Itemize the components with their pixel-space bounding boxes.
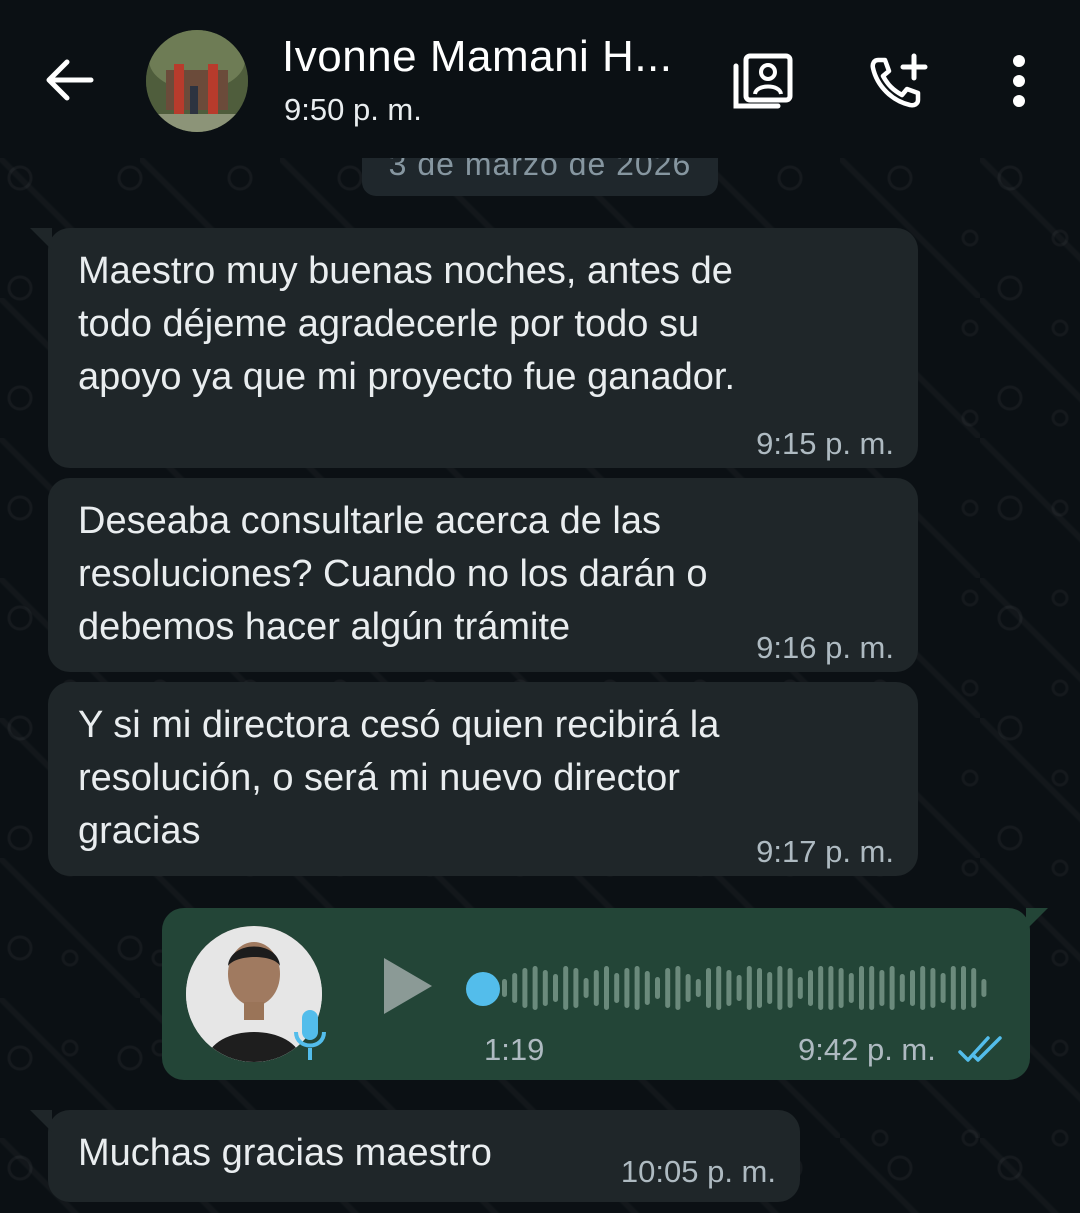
back-button[interactable]	[36, 44, 102, 116]
message-text: Maestro muy buenas noches, antes de todo…	[78, 250, 736, 398]
playback-seek-handle[interactable]	[466, 972, 500, 1006]
waveform-bar	[767, 972, 773, 1004]
contact-name[interactable]: Ivonne Mamani H...	[282, 32, 673, 82]
message-time: 9:15 p. m.	[756, 426, 894, 461]
waveform-bar	[502, 979, 507, 997]
waveform-bar	[757, 968, 762, 1008]
message-text: Muchas gracias maestro	[78, 1132, 492, 1174]
contact-card-button[interactable]	[728, 46, 798, 116]
voice-duration: 1:19	[484, 1032, 545, 1067]
waveform-bar	[961, 966, 966, 1010]
waveform-bar	[859, 966, 864, 1010]
waveform-bar	[522, 968, 528, 1008]
waveform-bar	[614, 973, 620, 1003]
add-call-icon	[870, 53, 928, 108]
read-receipt-icon	[958, 1036, 1002, 1062]
waveform-bar	[655, 977, 660, 999]
back-arrow-icon	[46, 59, 94, 101]
waveform-bar	[604, 966, 609, 1010]
microphone-icon	[294, 1010, 326, 1060]
waveform-bar	[685, 974, 691, 1002]
waveform-bar	[797, 977, 803, 999]
message-time: 10:05 p. m.	[620, 1154, 776, 1189]
contact-card-icon	[733, 53, 793, 109]
waveform-bar	[553, 974, 558, 1002]
waveform-bar	[665, 968, 671, 1008]
waveform-bar	[787, 968, 793, 1008]
message-bubble-incoming[interactable]: Y si mi directora cesó quien recibirá la…	[48, 682, 918, 876]
waveform-bar	[532, 966, 538, 1010]
waveform-bar	[644, 971, 650, 1005]
message-bubble-incoming[interactable]: Muchas gracias maestro 10:05 p. m.	[30, 1110, 800, 1202]
waveform-bar	[746, 966, 752, 1010]
waveform-bar	[920, 966, 926, 1010]
message-time: 9:16 p. m.	[756, 630, 894, 665]
waveform-bar	[675, 966, 681, 1010]
waveform-bar	[838, 968, 844, 1008]
last-seen-status: 9:50 p. m.	[284, 92, 422, 127]
waveform-bar	[950, 966, 956, 1010]
audio-waveform[interactable]	[498, 956, 998, 1020]
more-options-button[interactable]	[984, 46, 1054, 116]
waveform-bar	[706, 968, 711, 1008]
waveform-bar	[899, 974, 905, 1002]
waveform-bar	[542, 970, 548, 1006]
waveform-bar	[971, 968, 977, 1008]
waveform-bar	[879, 970, 885, 1006]
waveform-bar	[828, 966, 834, 1010]
chat-header: Ivonne Mamani H... 9:50 p. m.	[0, 0, 1080, 158]
waveform-bar	[726, 970, 732, 1006]
message-text: Y si mi directora cesó quien recibirá la…	[78, 704, 720, 852]
waveform-bar	[634, 966, 640, 1010]
more-vert-icon	[1013, 55, 1025, 107]
add-call-button[interactable]	[864, 46, 934, 116]
play-icon[interactable]	[380, 954, 436, 1018]
waveform-bar	[910, 970, 915, 1006]
waveform-bar	[940, 973, 946, 1003]
message-bubble-incoming[interactable]: Maestro muy buenas noches, antes de todo…	[30, 228, 918, 468]
waveform-bar	[981, 979, 987, 997]
waveform-bar	[736, 975, 742, 1001]
waveform-bar	[889, 966, 895, 1010]
waveform-bar	[563, 966, 569, 1010]
waveform-bar	[593, 970, 599, 1006]
message-time: 9:42 p. m.	[798, 1032, 936, 1067]
message-time: 9:17 p. m.	[756, 834, 894, 869]
voice-message-bubble-outgoing[interactable]: 1:19 9:42 p. m.	[162, 908, 1048, 1080]
message-text: Deseaba consultarle acerca de las resolu…	[78, 500, 708, 648]
waveform-bar	[512, 973, 518, 1003]
waveform-bar	[716, 966, 722, 1010]
waveform-bar	[583, 978, 589, 998]
waveform-bar	[808, 970, 813, 1006]
avatar-photo-icon	[146, 30, 248, 132]
waveform-bar	[573, 968, 579, 1008]
contact-avatar[interactable]	[146, 30, 248, 132]
waveform-bar	[869, 966, 875, 1010]
waveform-bar	[695, 979, 701, 997]
waveform-bar	[818, 966, 824, 1010]
waveform-bar	[624, 968, 630, 1008]
message-bubble-incoming[interactable]: Deseaba consultarle acerca de las resolu…	[48, 478, 918, 672]
waveform-bar	[777, 966, 783, 1010]
waveform-bar	[848, 973, 854, 1003]
waveform-bar	[930, 968, 936, 1008]
